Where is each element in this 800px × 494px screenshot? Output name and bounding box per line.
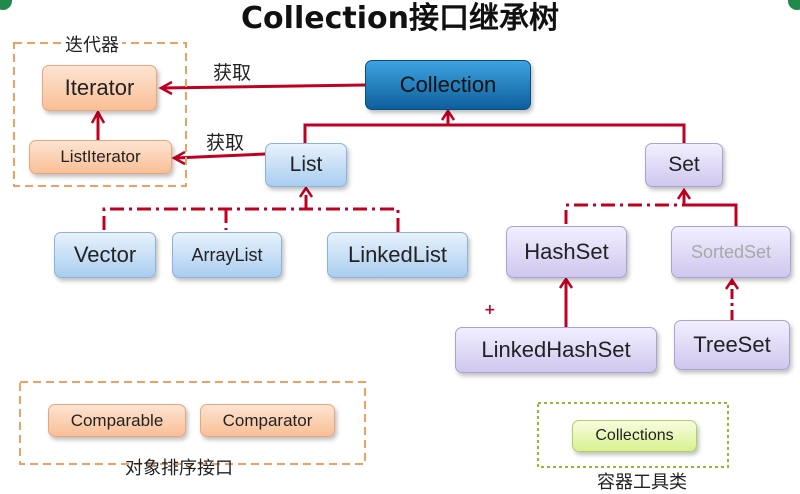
node-vector: Vector bbox=[54, 232, 156, 278]
compare-group-label: 对象排序接口 bbox=[125, 458, 233, 479]
plus-marker: + bbox=[484, 302, 496, 318]
node-list-iterator: ListIterator bbox=[29, 140, 172, 174]
node-collections: Collections bbox=[572, 420, 697, 452]
connector-list-set-to-collection bbox=[303, 112, 686, 143]
connector-iterator-to-collection bbox=[161, 83, 366, 90]
connector-set-implementations bbox=[564, 203, 684, 224]
node-sorted-set: SortedSet bbox=[671, 226, 791, 278]
node-set: Set bbox=[645, 143, 723, 187]
node-comparable: Comparable bbox=[48, 404, 186, 437]
iterator-group-label: 迭代器 bbox=[62, 31, 122, 57]
node-array-list: ArrayList bbox=[172, 232, 282, 278]
connector-sorted-set-to-set bbox=[682, 190, 738, 226]
node-linked-hash-set: LinkedHashSet bbox=[455, 327, 657, 373]
node-list: List bbox=[265, 143, 347, 187]
connector-list-implementations bbox=[102, 188, 400, 232]
tools-group-label: 容器工具类 bbox=[597, 472, 687, 493]
node-tree-set: TreeSet bbox=[674, 320, 790, 370]
node-iterator: Iterator bbox=[42, 65, 157, 111]
node-collection: Collection bbox=[365, 60, 531, 110]
get-label-2: 获取 bbox=[206, 132, 245, 154]
node-comparator: Comparator bbox=[200, 404, 335, 437]
get-label-1: 获取 bbox=[213, 62, 252, 84]
node-hash-set: HashSet bbox=[506, 226, 627, 278]
diagram-canvas: Collection接口继承树 迭代器 获取 获取 对象排序接口 容器工具类 +… bbox=[0, 0, 800, 494]
node-linked-list: LinkedList bbox=[327, 232, 468, 278]
